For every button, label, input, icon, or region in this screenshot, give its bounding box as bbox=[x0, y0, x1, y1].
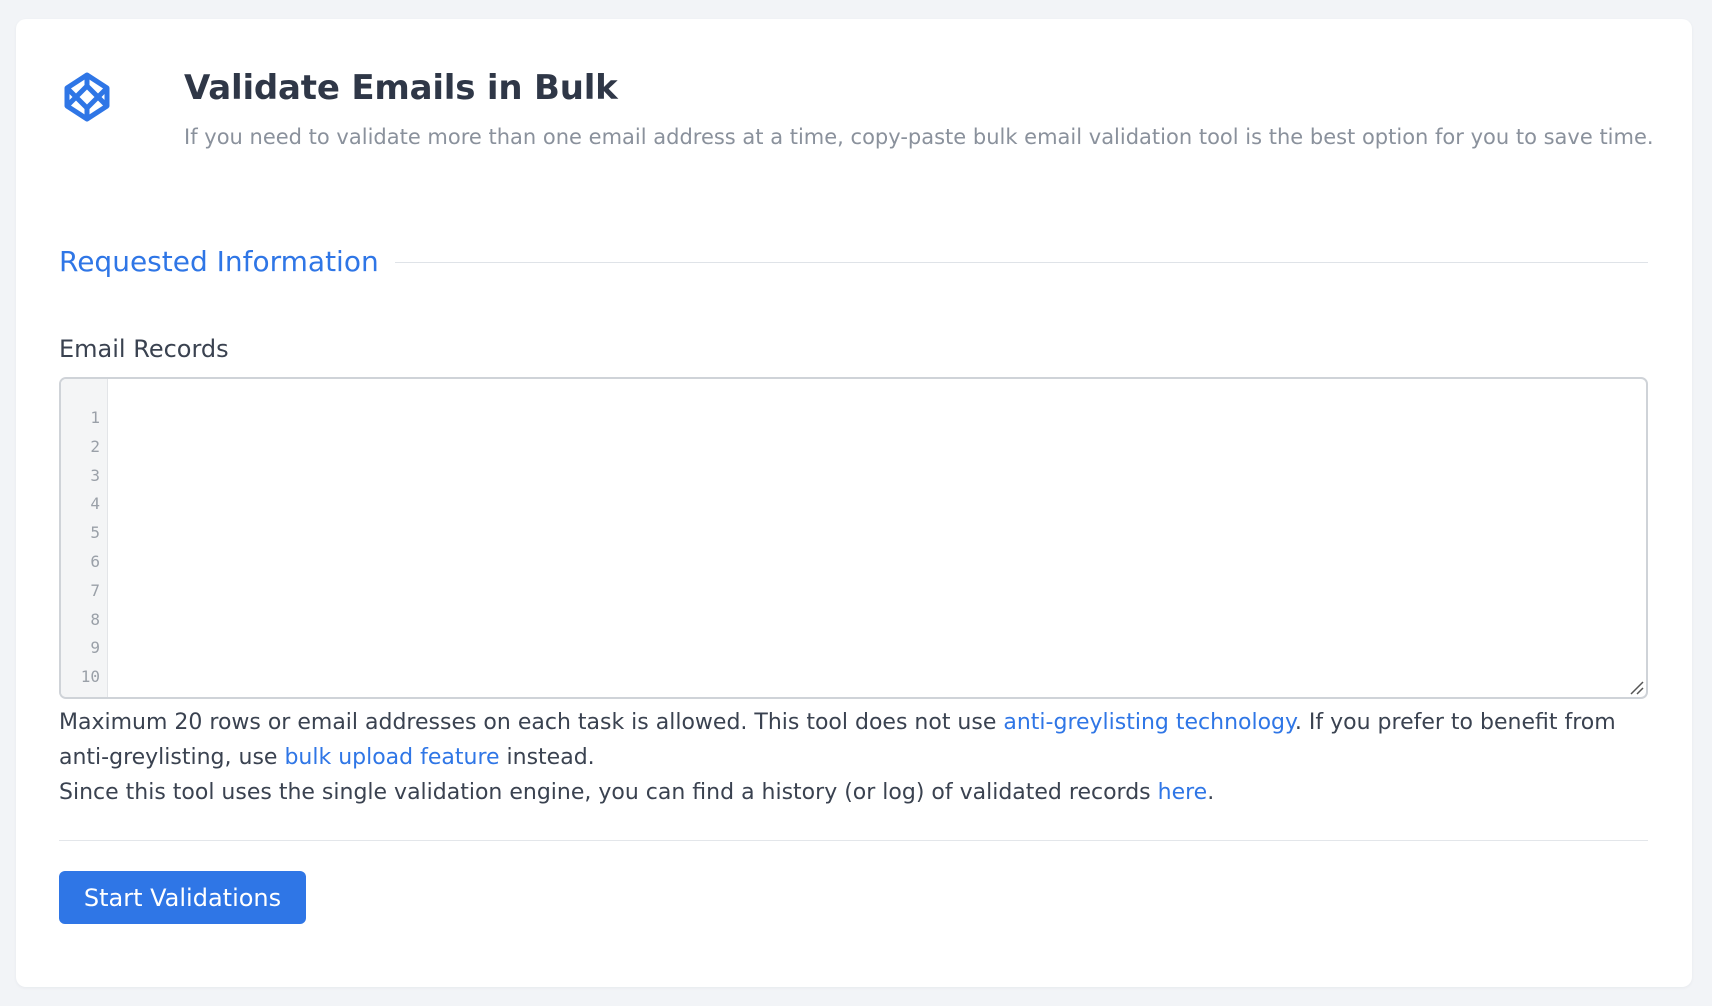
help-paragraph-history: Since this tool uses the single validati… bbox=[59, 775, 1648, 810]
line-number: 9 bbox=[90, 638, 100, 658]
help-text: Maximum 20 rows or email addresses on ea… bbox=[59, 705, 1648, 810]
main-card: Validate Emails in Bulk If you need to v… bbox=[16, 19, 1692, 987]
help-text-part: instead. bbox=[499, 745, 595, 770]
line-number: 7 bbox=[90, 580, 100, 600]
help-text-part: Since this tool uses the single validati… bbox=[59, 780, 1158, 805]
codepen-cube-icon bbox=[64, 72, 110, 122]
bulk-upload-link[interactable]: bulk upload feature bbox=[284, 745, 499, 770]
page-title: Validate Emails in Bulk bbox=[184, 68, 618, 108]
resize-handle-icon[interactable] bbox=[1628, 679, 1644, 695]
email-records-editor[interactable]: 1 2 3 4 5 6 7 8 9 10 bbox=[59, 377, 1648, 699]
help-text-part: . bbox=[1207, 780, 1215, 805]
line-number: 4 bbox=[90, 494, 100, 514]
line-number: 8 bbox=[90, 609, 100, 629]
form-divider bbox=[59, 840, 1648, 841]
line-number: 1 bbox=[90, 408, 100, 427]
line-number: 10 bbox=[80, 667, 100, 687]
section-divider bbox=[394, 262, 1648, 263]
page-header: Validate Emails in Bulk If you need to v… bbox=[184, 66, 1654, 152]
line-number: 2 bbox=[90, 436, 100, 456]
line-number: 3 bbox=[90, 465, 100, 485]
line-number-gutter: 1 2 3 4 5 6 7 8 9 10 bbox=[61, 379, 108, 697]
email-records-label: Email Records bbox=[59, 335, 229, 363]
line-number: 6 bbox=[90, 551, 100, 571]
start-validations-button[interactable]: Start Validations bbox=[59, 871, 306, 924]
help-text-part: Maximum 20 rows or email addresses on ea… bbox=[59, 710, 1004, 735]
line-number: 5 bbox=[90, 523, 100, 543]
email-records-input[interactable] bbox=[109, 379, 1646, 697]
history-link[interactable]: here bbox=[1158, 780, 1208, 805]
help-paragraph-limits: Maximum 20 rows or email addresses on ea… bbox=[59, 705, 1648, 775]
section-header: Requested Information bbox=[59, 245, 1648, 278]
page-subtitle: If you need to validate more than one em… bbox=[184, 125, 1654, 149]
anti-greylisting-link[interactable]: anti-greylisting technology bbox=[1003, 710, 1295, 735]
section-title: Requested Information bbox=[59, 245, 379, 278]
